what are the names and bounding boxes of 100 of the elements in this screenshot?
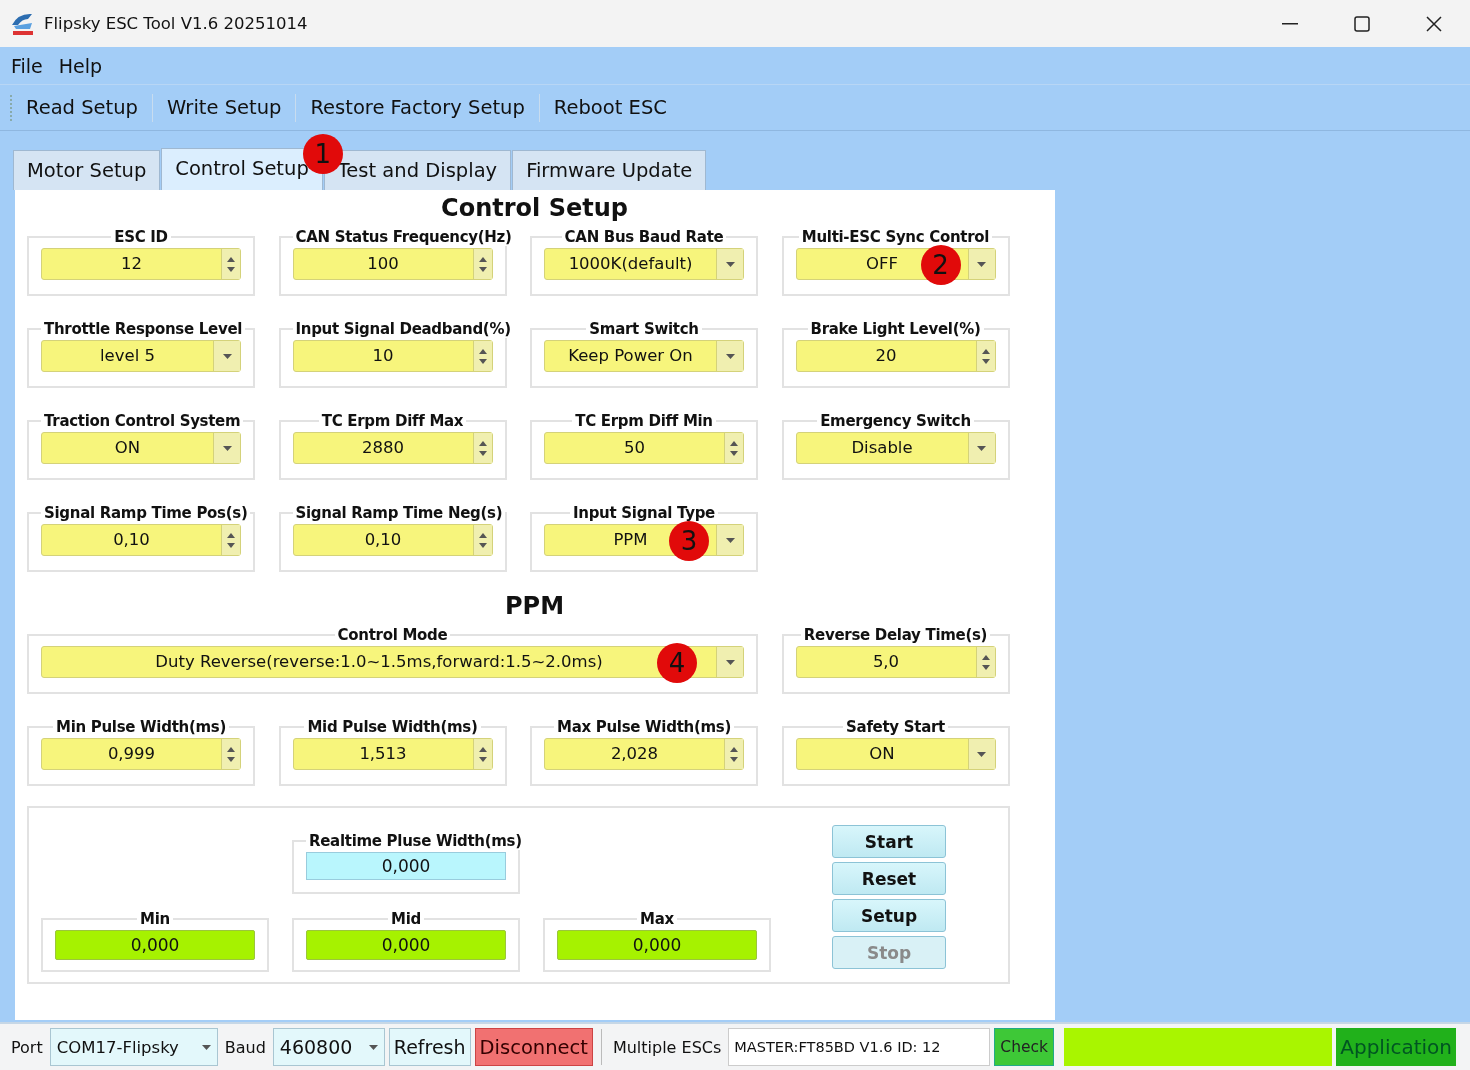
toolbar-button[interactable]: Read Setup [16, 92, 148, 123]
spin-field[interactable]: 1,513 [292, 738, 493, 770]
spinner-icon[interactable] [221, 525, 240, 555]
caret-icon [725, 537, 735, 543]
toolbar-button[interactable]: Restore Factory Setup [300, 92, 535, 123]
field-label: Smart Switch [588, 320, 700, 338]
spinner-icon[interactable] [472, 249, 492, 279]
dropdown-button[interactable] [716, 249, 743, 279]
caret-icon [201, 1044, 211, 1050]
spinner-icon[interactable] [975, 647, 995, 677]
caret-icon [725, 353, 735, 359]
tab[interactable]: Firmware Update [512, 150, 707, 190]
field-label: Max [639, 910, 675, 928]
menu-item[interactable]: Help [51, 52, 110, 79]
field-label: Input Signal Type [572, 504, 716, 522]
field-label: ESC ID [113, 228, 169, 246]
spinner-icon[interactable] [221, 249, 240, 279]
field-label: Brake Light Level(%) [809, 320, 982, 338]
field-label: Control Mode [336, 626, 449, 644]
field-label: Signal Ramp Time Neg(s) [294, 504, 504, 522]
dropdown-button[interactable] [716, 647, 743, 677]
dropdown-button[interactable] [213, 341, 240, 371]
field-label: Input Signal Deadband(%) [294, 320, 512, 338]
spinner-icon[interactable] [472, 739, 492, 769]
field-label: Min [139, 910, 171, 928]
disconnect-button[interactable]: Disconnect [474, 1028, 593, 1066]
spin-field[interactable]: 0,999 [41, 738, 241, 770]
dropdown-button[interactable] [213, 433, 240, 463]
dropdown-field[interactable]: Keep Power On [544, 340, 744, 372]
spin-field[interactable]: 0,10 [292, 524, 493, 556]
toolbar-button[interactable]: Reboot ESC [543, 92, 677, 123]
field-label: TC Erpm Diff Max [320, 412, 465, 430]
dropdown-field[interactable]: level 5 [41, 340, 241, 372]
dropdown-button[interactable] [967, 739, 995, 769]
field-label: Multi-ESC Sync Control [800, 228, 991, 246]
readout-field: 0,000 [557, 930, 757, 960]
menu-item[interactable]: File [4, 52, 50, 79]
close-icon [1426, 15, 1442, 32]
field-label: Min Pulse Width(ms) [55, 718, 227, 736]
spinner-icon[interactable] [472, 433, 492, 463]
spinner-icon[interactable] [724, 739, 743, 769]
field-label: TC Erpm Diff Min [574, 412, 714, 430]
caret-icon [725, 659, 735, 665]
field-label: CAN Bus Baud Rate [563, 228, 725, 246]
tab[interactable]: Motor Setup [13, 150, 161, 190]
mode-indicator: Application [1336, 1028, 1456, 1066]
spinner-icon[interactable] [975, 341, 995, 371]
field-label: Throttle Response Level [43, 320, 244, 338]
refresh-button[interactable]: Refresh [388, 1028, 471, 1066]
callout-badge: 4 [657, 643, 697, 683]
minimize-icon [1282, 22, 1298, 25]
callout-badge: 3 [669, 521, 709, 561]
baud-dropdown[interactable]: 460800 [272, 1028, 385, 1066]
readout-field: 0,000 [306, 930, 506, 960]
port-dropdown[interactable]: COM17-Flipsky [49, 1028, 218, 1066]
section-heading: PPM [503, 592, 566, 620]
spin-field[interactable]: 50 [544, 432, 744, 464]
section-heading: Control Setup [440, 194, 629, 222]
field-label: Traction Control System [43, 412, 242, 430]
dropdown-field[interactable]: ON [795, 738, 996, 770]
field-label: Emergency Switch [819, 412, 972, 430]
caret-icon [977, 751, 986, 757]
dropdown-button[interactable] [967, 433, 995, 463]
multiple-escs-label: Multiple ESCs [611, 1037, 723, 1057]
toolbar-button[interactable]: Write Setup [156, 92, 292, 123]
field-label: CAN Status Frequency(Hz) [294, 228, 513, 246]
action-button[interactable]: Start [832, 825, 946, 858]
spin-field[interactable]: 12 [41, 248, 241, 280]
caret-icon [977, 445, 986, 451]
field-label: Reverse Delay Time(s) [802, 626, 989, 644]
dropdown-button[interactable] [716, 525, 743, 555]
spin-field[interactable]: 5,0 [795, 646, 996, 678]
spin-field[interactable]: 20 [795, 340, 996, 372]
field-label: Safety Start [845, 718, 946, 736]
action-button[interactable]: Setup [832, 899, 946, 932]
dropdown-field[interactable]: Disable [795, 432, 996, 464]
spin-field[interactable]: 2,028 [544, 738, 744, 770]
dropdown-field[interactable]: ON [41, 432, 241, 464]
spinner-icon[interactable] [221, 739, 240, 769]
field-label: Mid [390, 910, 422, 928]
spinner-icon[interactable] [472, 341, 492, 371]
spinner-icon[interactable] [472, 525, 492, 555]
check-button[interactable]: Check [994, 1028, 1054, 1066]
caret-icon [222, 445, 232, 451]
field-label: Max Pulse Width(ms) [556, 718, 732, 736]
esc-info-field: MASTER:FT85BD V1.6 ID: 12 [728, 1028, 991, 1066]
spin-field[interactable]: 10 [292, 340, 493, 372]
spin-field[interactable]: 2880 [292, 432, 493, 464]
spin-field[interactable]: 0,10 [41, 524, 241, 556]
dropdown-button[interactable] [716, 341, 743, 371]
caret-icon [725, 261, 735, 267]
field-label: Mid Pulse Width(ms) [306, 718, 479, 736]
spin-field[interactable]: 100 [292, 248, 493, 280]
action-button[interactable]: Reset [832, 862, 946, 895]
port-label: Port [10, 1037, 44, 1057]
spinner-icon[interactable] [724, 433, 743, 463]
dropdown-field[interactable]: 1000K(default) [544, 248, 744, 280]
window-title: Flipsky ESC Tool V1.6 20251014 [44, 14, 309, 33]
dropdown-button[interactable] [967, 249, 995, 279]
callout-badge: 2 [920, 245, 961, 285]
